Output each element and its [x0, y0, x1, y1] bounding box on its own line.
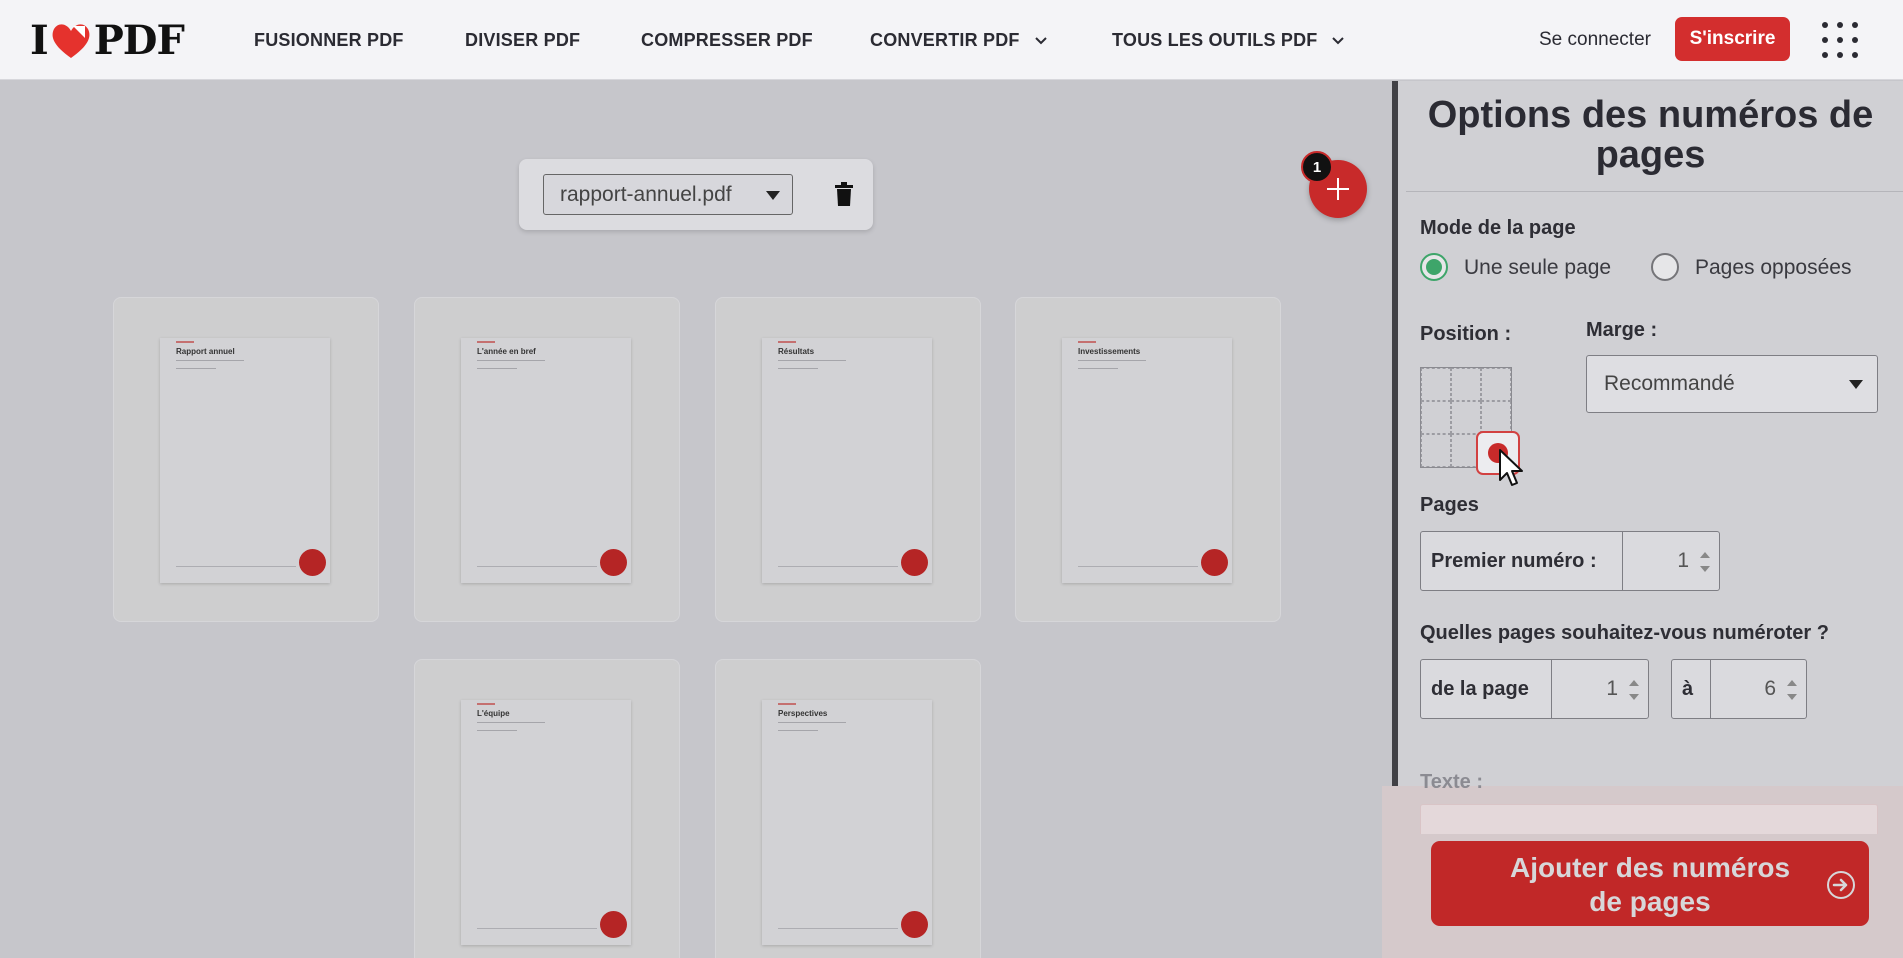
- nav-label: COMPRESSER PDF: [641, 29, 813, 50]
- signup-button[interactable]: S'inscrire: [1675, 17, 1790, 61]
- caret-down-icon: [766, 191, 780, 200]
- margin-select[interactable]: Recommandé: [1586, 355, 1878, 413]
- file-select[interactable]: rapport-annuel.pdf: [543, 174, 793, 215]
- range-to-label: à: [1672, 660, 1711, 718]
- page-thumbnail[interactable]: Résultats: [715, 297, 981, 622]
- spinner-icon[interactable]: [1699, 548, 1711, 576]
- pages-label: Pages: [1420, 494, 1479, 516]
- page-title: Rapport annuel: [176, 347, 235, 356]
- first-number-label: Premier numéro :: [1421, 532, 1623, 590]
- text-label: Texte :: [1420, 771, 1483, 793]
- nav-label: CONVERTIR PDF: [870, 29, 1020, 50]
- page-title: Perspectives: [778, 709, 828, 718]
- page-thumbnail[interactable]: L'année en bref: [414, 297, 680, 622]
- page-number-marker: [901, 549, 928, 576]
- page-number-marker: [901, 911, 928, 938]
- page-preview: L'année en bref: [461, 338, 631, 583]
- first-number-field[interactable]: Premier numéro : 1: [1420, 531, 1720, 591]
- grid-dots-icon[interactable]: [1822, 22, 1858, 58]
- nav-tous-outils[interactable]: TOUS LES OUTILS PDF: [1112, 0, 1345, 80]
- nav-fusionner[interactable]: FUSIONNER PDF: [254, 0, 404, 80]
- page-preview: Investissements: [1062, 338, 1232, 583]
- range-from-value: 1: [1606, 677, 1618, 700]
- file-toolbar: rapport-annuel.pdf: [519, 159, 873, 230]
- position-cell[interactable]: [1421, 434, 1451, 467]
- spinner-icon[interactable]: [1628, 676, 1640, 704]
- nav-compresser[interactable]: COMPRESSER PDF: [641, 0, 813, 80]
- add-page-numbers-button[interactable]: Ajouter des numéros de pages: [1431, 841, 1869, 926]
- page-title: L'année en bref: [477, 347, 536, 356]
- page-thumbnail[interactable]: Perspectives: [715, 659, 981, 958]
- workspace: rapport-annuel.pdf 1 Rapport annuel L'an…: [0, 81, 1392, 958]
- page-thumbnail[interactable]: L'équipe: [414, 659, 680, 958]
- top-header: I PDF FUSIONNER PDF DIVISER PDF COMPRESS…: [0, 0, 1903, 80]
- page-number-marker: [1201, 549, 1228, 576]
- position-cell[interactable]: [1451, 401, 1481, 434]
- range-from-field[interactable]: de la page 1: [1420, 659, 1649, 719]
- first-number-value-wrap[interactable]: 1: [1623, 532, 1719, 590]
- page-title: L'équipe: [477, 709, 510, 718]
- position-cell[interactable]: [1481, 368, 1511, 401]
- logo-letter-i: I: [30, 16, 49, 64]
- arrow-right-circle-icon: [1827, 871, 1855, 899]
- file-count-badge: 1: [1301, 151, 1333, 183]
- nav-label: TOUS LES OUTILS PDF: [1112, 29, 1318, 50]
- nav-label: FUSIONNER PDF: [254, 29, 404, 50]
- page-thumbnail[interactable]: Rapport annuel: [113, 297, 379, 622]
- page-preview: Résultats: [762, 338, 932, 583]
- position-cell[interactable]: [1421, 368, 1451, 401]
- margin-label: Marge :: [1586, 319, 1658, 341]
- nav-diviser[interactable]: DIVISER PDF: [465, 0, 580, 80]
- position-cell[interactable]: [1451, 368, 1481, 401]
- signin-link[interactable]: Se connecter: [1539, 0, 1651, 80]
- radio-single-page[interactable]: [1420, 253, 1448, 281]
- range-from-value-wrap[interactable]: 1: [1552, 660, 1648, 718]
- page-preview: Perspectives: [762, 700, 932, 945]
- range-to-value: 6: [1764, 677, 1776, 700]
- file-select-value: rapport-annuel.pdf: [560, 183, 732, 206]
- text-input[interactable]: [1420, 804, 1878, 834]
- page-thumbnail[interactable]: Investissements: [1015, 297, 1281, 622]
- first-number-value: 1: [1677, 549, 1689, 572]
- range-to-field[interactable]: à 6: [1671, 659, 1807, 719]
- options-sidebar: Options des numéros de pages Mode de la …: [1382, 81, 1903, 958]
- chevron-down-icon: [1034, 37, 1047, 45]
- page-number-marker: [600, 911, 627, 938]
- range-to-value-wrap[interactable]: 6: [1711, 660, 1806, 718]
- page-title: Résultats: [778, 347, 815, 356]
- page-preview: L'équipe: [461, 700, 631, 945]
- page-mode-label: Mode de la page: [1420, 217, 1576, 239]
- page-number-marker: [600, 549, 627, 576]
- heart-icon: [52, 24, 90, 58]
- position-cell[interactable]: [1421, 401, 1451, 434]
- chevron-down-icon: [1332, 37, 1345, 45]
- nav-label: DIVISER PDF: [465, 29, 581, 50]
- nav-convertir[interactable]: CONVERTIR PDF: [870, 0, 1048, 80]
- submit-label: Ajouter des numéros de pages: [1509, 852, 1791, 917]
- range-from-label: de la page: [1421, 660, 1552, 718]
- page-title: Investissements: [1078, 347, 1141, 356]
- ilovepdf-logo[interactable]: I PDF: [30, 16, 185, 64]
- logo-word-pdf: PDF: [93, 16, 185, 64]
- page-preview: Rapport annuel: [160, 338, 330, 583]
- trash-icon[interactable]: [834, 182, 854, 206]
- range-question: Quelles pages souhaitez-vous numéroter ?: [1420, 622, 1829, 644]
- radio-single-page-label[interactable]: Une seule page: [1464, 256, 1611, 280]
- divider: [1406, 191, 1903, 192]
- sidebar-title: Options des numéros de pages: [1427, 94, 1874, 176]
- caret-down-icon: [1849, 380, 1863, 389]
- margin-select-value: Recommandé: [1604, 372, 1735, 395]
- radio-facing-pages[interactable]: [1651, 253, 1679, 281]
- position-cell[interactable]: [1481, 401, 1511, 434]
- mouse-pointer-icon: [1499, 449, 1523, 486]
- position-label: Position :: [1420, 323, 1512, 345]
- spinner-icon[interactable]: [1786, 676, 1798, 704]
- radio-facing-pages-label[interactable]: Pages opposées: [1695, 256, 1851, 280]
- page-number-marker: [299, 549, 326, 576]
